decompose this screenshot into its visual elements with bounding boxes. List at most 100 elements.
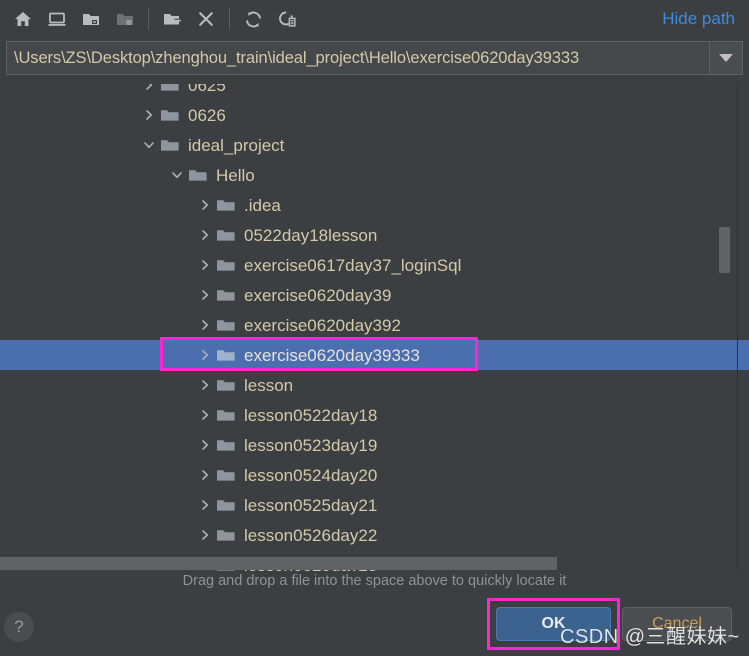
folder-icon <box>216 190 238 220</box>
chevron-down-icon[interactable] <box>140 130 158 160</box>
refresh-icon <box>243 9 264 30</box>
path-history-dropdown-button[interactable] <box>709 41 743 75</box>
chevron-right-icon[interactable] <box>196 370 214 400</box>
tree-item[interactable]: 0522day18lesson <box>0 220 749 250</box>
cancel-button[interactable]: Cancel <box>622 607 732 641</box>
path-bar: \Users\ZS\Desktop\zhenghou_train\ideal_p… <box>0 38 749 78</box>
tree-item[interactable]: 0626 <box>0 100 749 130</box>
chevron-right-icon[interactable] <box>140 84 158 100</box>
folder-icon <box>216 310 238 340</box>
module-directory-button[interactable] <box>108 4 142 34</box>
folder-icon <box>216 280 238 310</box>
tree-item[interactable]: lesson0522day18 <box>0 400 749 430</box>
tree-item-label: 0625 <box>188 84 226 95</box>
chevron-right-icon[interactable] <box>140 100 158 130</box>
tree-item-label: lesson0524day20 <box>244 465 378 485</box>
drag-drop-hint: Drag and drop a file into the space abov… <box>182 573 567 589</box>
folder-icon <box>216 430 238 460</box>
chevron-right-icon[interactable] <box>196 520 214 550</box>
chevron-right-icon[interactable] <box>196 250 214 280</box>
folder-icon <box>216 220 238 250</box>
folder-icon <box>216 490 238 520</box>
tree-item[interactable]: exercise0620day39 <box>0 280 749 310</box>
tree-item-label: 0522day18lesson <box>244 225 378 245</box>
project-directory-button[interactable] <box>74 4 108 34</box>
desktop-button[interactable] <box>40 4 74 34</box>
folder-icon <box>216 400 238 430</box>
tree-item-label: lesson0522day18 <box>244 405 378 425</box>
file-tree: 0625 0626 ideal_project Hello .idea 0522day18… <box>0 84 749 571</box>
path-input-value: \Users\ZS\Desktop\zhenghou_train\ideal_p… <box>14 48 580 67</box>
tree-item-label: exercise0620day392 <box>244 315 401 335</box>
folder-icon <box>216 250 238 280</box>
tree-item-label: exercise0617day37_loginSql <box>244 255 462 275</box>
home-icon <box>13 9 33 29</box>
toolbar-separator-1 <box>148 8 149 30</box>
folder-icon <box>216 460 238 490</box>
tree-vertical-scrollbar[interactable] <box>719 84 731 571</box>
tree-item[interactable]: exercise0620day392 <box>0 310 749 340</box>
new-folder-button[interactable] <box>155 4 189 34</box>
show-hidden-files-button[interactable] <box>270 4 304 34</box>
tree-item-label: exercise0620day39333 <box>244 345 420 365</box>
tree-item[interactable]: exercise0617day37_loginSql <box>0 250 749 280</box>
tree-item-label: Hello <box>216 165 255 185</box>
chevron-right-icon[interactable] <box>196 280 214 310</box>
tree-item[interactable]: lesson0525day21 <box>0 490 749 520</box>
new-folder-icon <box>162 9 182 29</box>
folder-icon <box>160 84 182 100</box>
folder-icon <box>160 100 182 130</box>
tree-item[interactable]: lesson0526day22 <box>0 520 749 550</box>
tree-item[interactable]: lesson0523day19 <box>0 430 749 460</box>
show-hidden-files-icon <box>277 9 298 30</box>
file-tree-panel[interactable]: 0625 0626 ideal_project Hello .idea 0522day18… <box>0 84 749 571</box>
toolbar: Hide path <box>0 0 749 38</box>
folder-icon <box>188 160 210 190</box>
help-button[interactable]: ? <box>4 612 34 642</box>
tree-item-label: exercise0620day39 <box>244 285 392 305</box>
folder-icon <box>216 370 238 400</box>
ok-button[interactable]: OK <box>496 607 611 641</box>
tree-item-label: lesson0526day22 <box>244 525 378 545</box>
tree-panel-divider <box>737 84 738 571</box>
chevron-right-icon[interactable] <box>196 400 214 430</box>
chevron-down-icon[interactable] <box>168 160 186 190</box>
tree-item-label: lesson <box>244 375 294 395</box>
tree-item[interactable]: exercise0620day39333 <box>0 340 749 370</box>
tree-item[interactable]: lesson0524day20 <box>0 460 749 490</box>
delete-button[interactable] <box>189 4 223 34</box>
tree-item[interactable]: ideal_project <box>0 130 749 160</box>
folder-icon <box>216 340 238 370</box>
path-input[interactable]: \Users\ZS\Desktop\zhenghou_train\ideal_p… <box>6 41 709 75</box>
tree-horizontal-scrollbar-thumb[interactable] <box>0 557 557 570</box>
tree-horizontal-scrollbar[interactable] <box>0 556 736 571</box>
tree-item-label: lesson0525day21 <box>244 495 378 515</box>
delete-x-icon <box>196 9 216 29</box>
toolbar-separator-2 <box>229 8 230 30</box>
desktop-icon <box>47 9 67 29</box>
folder-icon <box>160 130 182 160</box>
chevron-right-icon[interactable] <box>196 310 214 340</box>
chevron-right-icon[interactable] <box>196 430 214 460</box>
tree-item-label: 0626 <box>188 105 226 125</box>
home-button[interactable] <box>6 4 40 34</box>
tree-item[interactable]: Hello <box>0 160 749 190</box>
folder-icon <box>216 520 238 550</box>
project-folder-icon <box>81 9 101 29</box>
tree-item-label: lesson0523day19 <box>244 435 378 455</box>
chevron-right-icon[interactable] <box>196 190 214 220</box>
chevron-right-icon[interactable] <box>196 460 214 490</box>
chevron-right-icon[interactable] <box>196 340 214 370</box>
tree-item-label: ideal_project <box>188 135 285 155</box>
tree-vertical-scrollbar-thumb[interactable] <box>719 227 730 273</box>
chevron-right-icon[interactable] <box>196 220 214 250</box>
chevron-down-icon <box>719 54 733 62</box>
chevron-right-icon[interactable] <box>196 490 214 520</box>
refresh-button[interactable] <box>236 4 270 34</box>
hide-path-link[interactable]: Hide path <box>662 9 743 29</box>
tree-item-label: .idea <box>244 195 281 215</box>
tree-item[interactable]: lesson <box>0 370 749 400</box>
tree-item[interactable]: 0625 <box>0 84 749 100</box>
file-chooser-dialog: Hide path \Users\ZS\Desktop\zhenghou_tra… <box>0 0 749 656</box>
tree-item[interactable]: .idea <box>0 190 749 220</box>
